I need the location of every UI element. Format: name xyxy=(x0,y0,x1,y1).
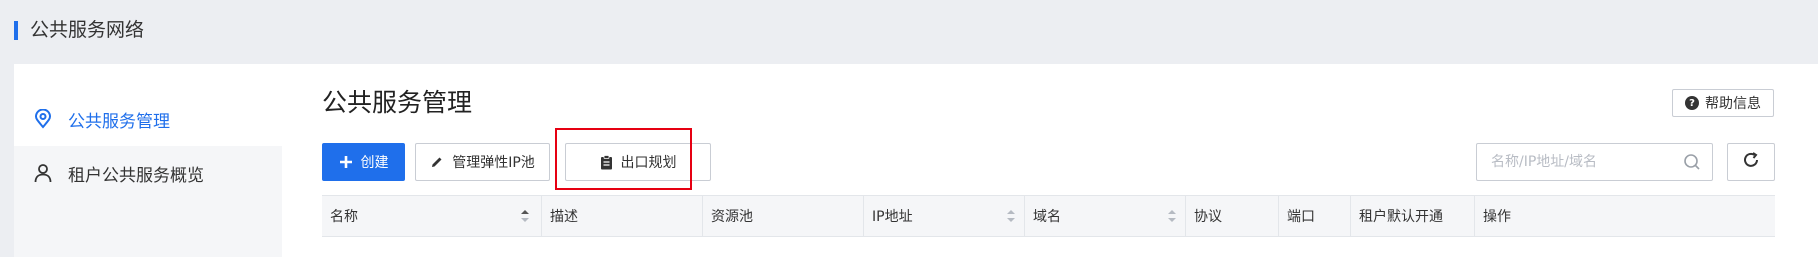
column-header-resource-pool: 资源池 xyxy=(702,196,863,236)
refresh-icon xyxy=(1742,151,1760,173)
sidebar-item-tenant-overview[interactable]: 租户公共服务概览 xyxy=(14,146,282,200)
column-header-name[interactable]: 名称 xyxy=(322,196,541,236)
manage-elastic-ip-pool-label: 管理弹性IP池 xyxy=(452,155,535,171)
manage-elastic-ip-pool-button[interactable]: 管理弹性IP池 xyxy=(415,143,550,181)
table-header: 名称 描述 资源池 IP地址 域名 协议 端口 租户默认开通 操作 xyxy=(322,195,1775,237)
refresh-button[interactable] xyxy=(1727,143,1775,181)
highlight-box xyxy=(555,128,692,190)
location-signal-icon xyxy=(32,108,54,130)
column-header-actions: 操作 xyxy=(1474,196,1773,236)
plus-icon xyxy=(339,155,353,169)
sidebar-item-label: 租户公共服务概览 xyxy=(68,165,204,186)
app-title: 公共服务网络 xyxy=(30,19,145,41)
pencil-icon xyxy=(430,155,444,169)
user-icon xyxy=(32,162,54,184)
search-input[interactable] xyxy=(1476,143,1713,181)
top-bar: 公共服务网络 xyxy=(0,0,1818,62)
column-header-ip-address[interactable]: IP地址 xyxy=(863,196,1024,236)
title-accent-bar xyxy=(14,21,18,40)
sidebar-item-label: 公共服务管理 xyxy=(68,111,170,132)
sidebar-item-public-service-management[interactable]: 公共服务管理 xyxy=(14,92,282,146)
column-header-tenant-default-enabled: 租户默认开通 xyxy=(1350,196,1474,236)
create-button[interactable]: 创建 xyxy=(322,143,405,181)
sort-icon[interactable] xyxy=(520,208,530,224)
sort-icon[interactable] xyxy=(1167,208,1177,224)
sort-icon[interactable] xyxy=(1006,208,1016,224)
help-button[interactable]: ? 帮助信息 xyxy=(1672,89,1774,117)
question-icon: ? xyxy=(1685,96,1699,110)
sidebar: 公共服务管理 租户公共服务概览 xyxy=(14,92,282,257)
help-button-label: 帮助信息 xyxy=(1705,96,1761,112)
create-button-label: 创建 xyxy=(360,155,389,171)
column-header-protocol: 协议 xyxy=(1185,196,1278,236)
page-title: 公共服务管理 xyxy=(322,88,473,117)
column-header-domain[interactable]: 域名 xyxy=(1024,196,1185,236)
column-header-description: 描述 xyxy=(541,196,702,236)
search-icon[interactable] xyxy=(1683,153,1701,171)
column-header-port: 端口 xyxy=(1278,196,1350,236)
